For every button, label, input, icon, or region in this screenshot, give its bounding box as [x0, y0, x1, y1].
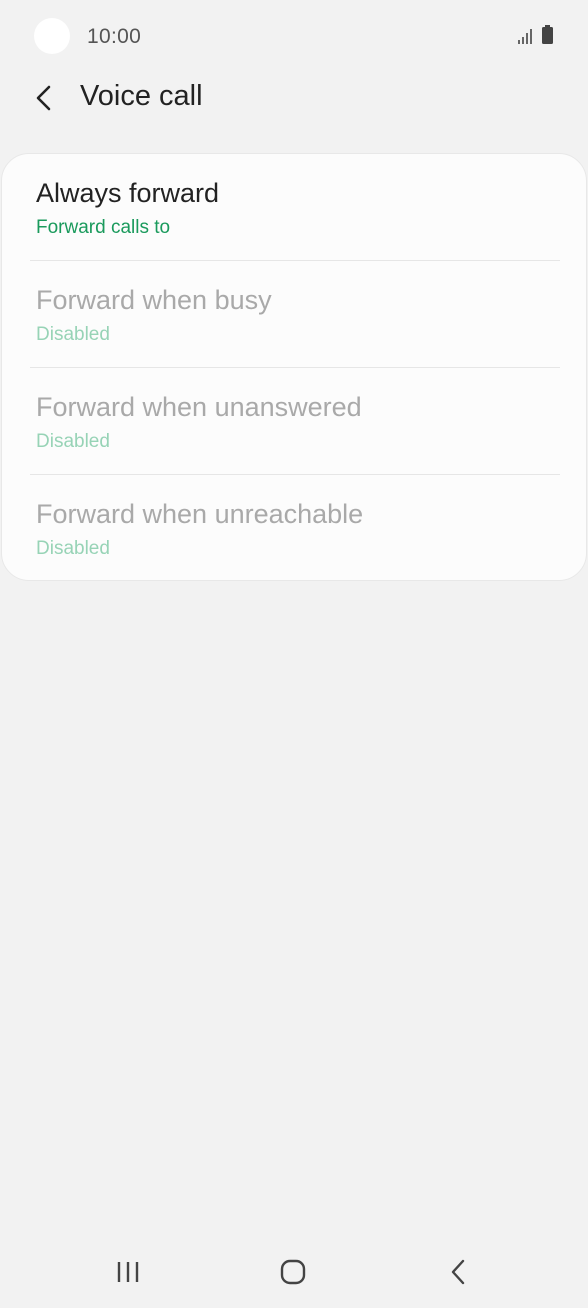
phone-screen: 10:00 Voice call Always forward Forward …	[0, 0, 588, 1308]
navigation-bar	[0, 1240, 588, 1308]
option-forward-when-busy[interactable]: Forward when busy Disabled	[2, 261, 588, 368]
option-title: Forward when busy	[36, 285, 272, 315]
option-title: Forward when unanswered	[36, 392, 362, 422]
camera-cutout	[34, 18, 70, 54]
recent-apps-icon	[117, 1262, 139, 1282]
option-always-forward[interactable]: Always forward Forward calls to	[2, 154, 588, 261]
status-time: 10:00	[87, 25, 142, 48]
option-subtitle: Disabled	[36, 431, 110, 452]
home-icon	[280, 1259, 306, 1285]
forwarding-options-list: Always forward Forward calls to Forward …	[1, 153, 587, 581]
home-button[interactable]	[263, 1248, 323, 1296]
option-subtitle: Forward calls to	[36, 217, 171, 238]
option-forward-when-unreachable[interactable]: Forward when unreachable Disabled	[2, 475, 588, 582]
option-subtitle: Disabled	[36, 324, 110, 345]
recent-apps-button[interactable]	[98, 1248, 158, 1296]
back-icon	[451, 1259, 465, 1285]
status-icons	[518, 25, 558, 46]
battery-icon	[542, 25, 553, 44]
status-bar: 10:00	[0, 0, 588, 72]
app-header: Voice call	[0, 72, 588, 128]
page-title: Voice call	[80, 80, 203, 112]
system-back-button[interactable]	[428, 1248, 488, 1296]
chevron-left-icon	[36, 85, 51, 111]
signal-icon	[518, 28, 536, 44]
option-forward-when-unanswered[interactable]: Forward when unanswered Disabled	[2, 368, 588, 475]
back-button[interactable]	[24, 76, 68, 120]
option-title: Forward when unreachable	[36, 499, 364, 529]
option-subtitle: Disabled	[36, 538, 110, 559]
option-title: Always forward	[36, 178, 220, 208]
